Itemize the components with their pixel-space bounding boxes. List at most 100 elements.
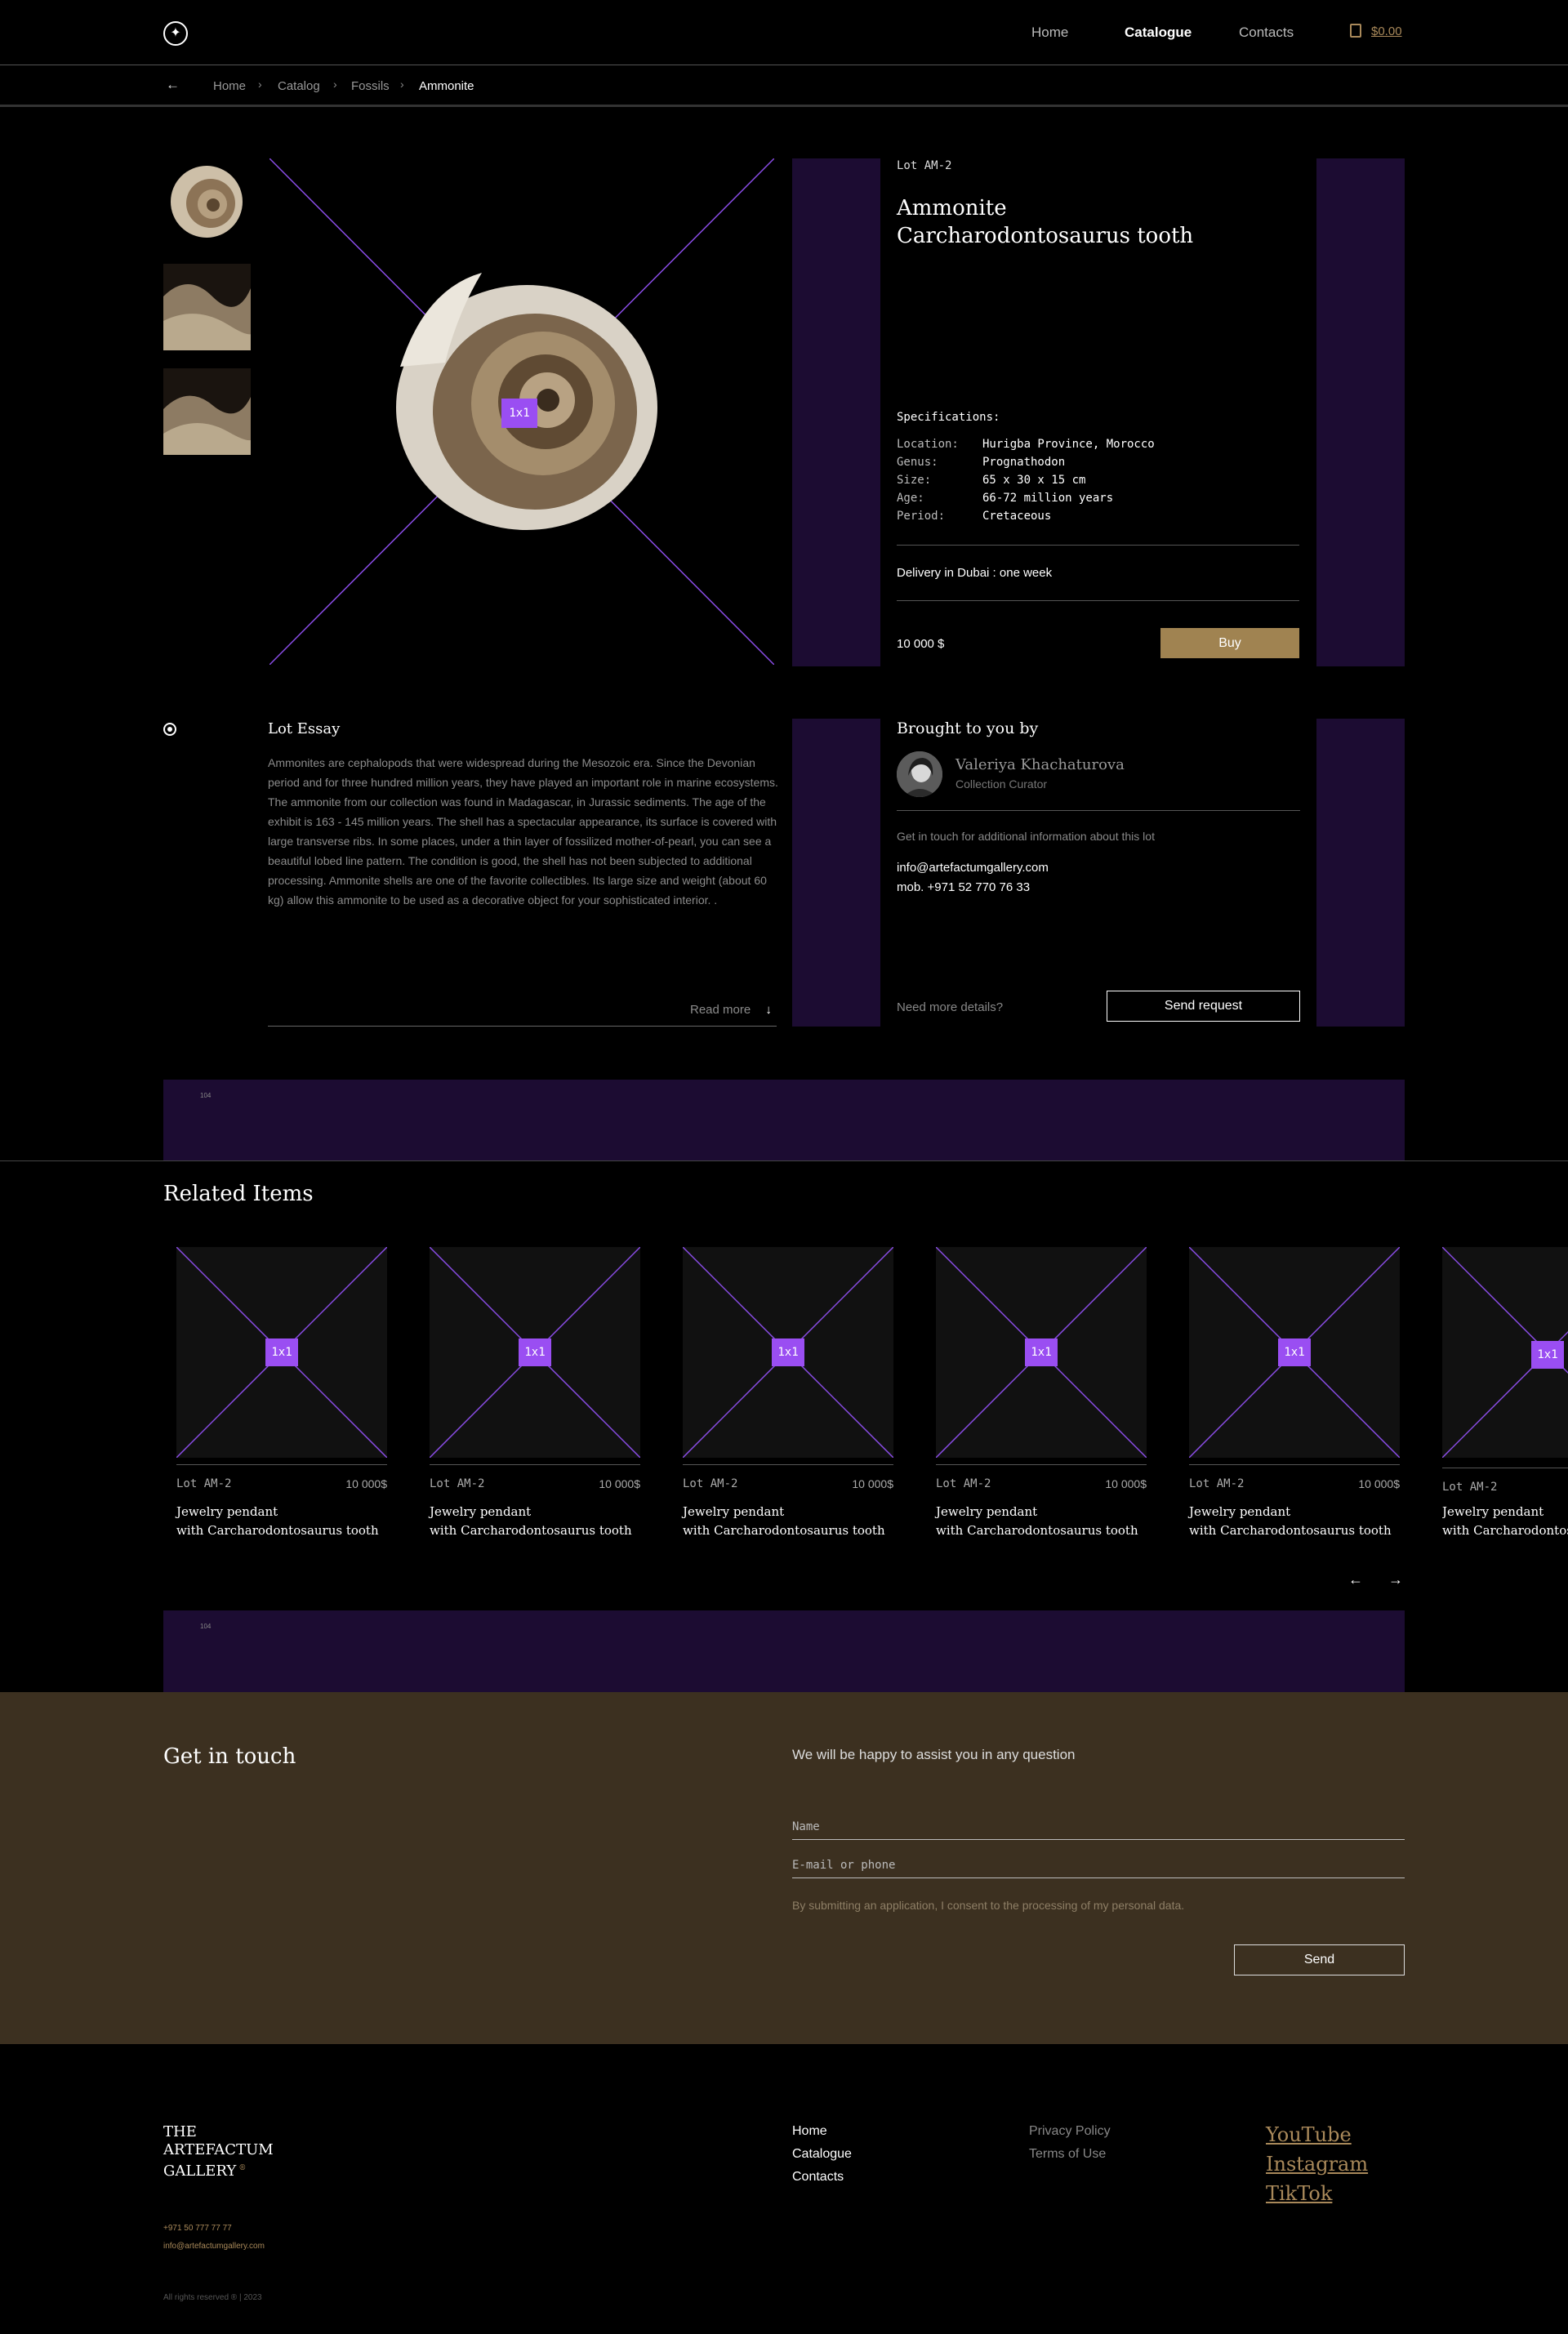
image-placeholder-tag: 1x1 — [501, 399, 537, 428]
card-price: 10 000$ — [599, 1477, 640, 1490]
spec-value-location: Hurigba Province, Morocco — [982, 438, 1155, 451]
carousel-next-arrow-icon[interactable]: → — [1388, 1571, 1403, 1588]
breadcrumb-home[interactable]: Home — [213, 79, 246, 93]
footer-phone[interactable]: +971 50 777 77 77 — [163, 2224, 232, 2233]
card-name-line1: Jewelry pendant — [430, 1504, 532, 1519]
portrait-image — [897, 751, 942, 797]
cart-total: $0.00 — [1371, 24, 1402, 38]
footer-nav-home[interactable]: Home — [792, 2124, 827, 2139]
thumbnail-3[interactable] — [163, 368, 251, 455]
logo-icon[interactable] — [163, 21, 188, 46]
footer-tiktok-link[interactable]: TikTok — [1266, 2182, 1332, 2205]
breadcrumb-catalog[interactable]: Catalog — [278, 79, 320, 93]
carousel-prev-arrow-icon[interactable]: ← — [1348, 1571, 1363, 1588]
card-image-placeholder: 1x1 — [429, 1246, 641, 1459]
image-placeholder-tag: 1x1 — [265, 1338, 298, 1366]
read-more-label: Read more — [690, 1003, 751, 1017]
breadcrumb-separator: › — [258, 78, 262, 91]
back-arrow-icon[interactable]: ← — [166, 77, 180, 93]
divider — [897, 545, 1299, 546]
card-name-line2: with Carcharodontosaurus tooth — [176, 1523, 379, 1538]
breadcrumb-separator: › — [333, 78, 337, 91]
divider — [897, 600, 1299, 601]
footer-nav-contacts[interactable]: Contacts — [792, 2170, 844, 2185]
spec-value-genus: Prognathodon — [982, 456, 1066, 469]
essay-text: Ammonites are cephalopods that were wide… — [268, 756, 778, 906]
product-title-line2: Carcharodontosaurus tooth — [897, 224, 1194, 248]
card-name: Jewelry pendant with Carcharodontosaurus… — [1189, 1503, 1401, 1540]
card-name-line1: Jewelry pendant — [936, 1504, 1038, 1519]
card-image-placeholder: 1x1 — [176, 1246, 388, 1459]
footer-nav-catalogue[interactable]: Catalogue — [792, 2147, 852, 2162]
decorative-panel — [792, 158, 880, 666]
card-price: 10 000$ — [1105, 1477, 1147, 1490]
nav-catalogue[interactable]: Catalogue — [1125, 24, 1192, 41]
target-icon — [163, 723, 176, 736]
spec-label-location: Location: — [897, 438, 959, 451]
divider — [897, 810, 1300, 811]
image-placeholder-tag: 1x1 — [1278, 1338, 1311, 1366]
thumbnail-1[interactable] — [163, 158, 251, 245]
card-lot: Lot AM-2 — [176, 1477, 232, 1490]
curator-role: Collection Curator — [956, 777, 1048, 791]
divider — [176, 1464, 387, 1465]
email-phone-input[interactable]: E-mail or phone — [792, 1857, 1405, 1878]
essay-title: Lot Essay — [268, 720, 341, 737]
banner-size-label: 104 — [200, 1623, 212, 1630]
card-name-line2: with Carcharodontosaurus tooth — [936, 1523, 1138, 1538]
nav-home[interactable]: Home — [1031, 24, 1068, 41]
consent-text: By submitting an application, I consent … — [792, 1899, 1185, 1912]
cart-link[interactable]: $0.00 — [1350, 24, 1402, 38]
footer-logo[interactable]: THE ARTEFACTUM GALLERY ® — [163, 2123, 274, 2180]
section-divider — [0, 1160, 1568, 1161]
send-button[interactable]: Send — [1234, 1944, 1405, 1975]
card-lot: Lot AM-2 — [936, 1477, 991, 1490]
footer-email[interactable]: info@artefactumgallery.com — [163, 2242, 265, 2251]
banner-placeholder: 104 — [163, 1610, 1405, 1692]
spec-label-size: Size: — [897, 474, 932, 487]
buy-button[interactable]: Buy — [1160, 628, 1299, 658]
curator-phone[interactable]: mob. +971 52 770 76 33 — [897, 880, 1030, 894]
breadcrumb: ← Home › Catalog › Fossils › Ammonite — [0, 66, 1568, 107]
curator-email[interactable]: info@artefactumgallery.com — [897, 861, 1049, 875]
thumbnail-2[interactable] — [163, 264, 251, 350]
name-input[interactable]: Name — [792, 1819, 1405, 1840]
card-name: Jewelry pendant with Carcharodontosaurus… — [936, 1503, 1148, 1540]
card-lot: Lot AM-2 — [430, 1477, 485, 1490]
delivery-info: Delivery in Dubai : one week — [897, 566, 1053, 580]
image-placeholder-tag: 1x1 — [1025, 1338, 1058, 1366]
footer-copyright: All rights reserved ® | 2023 — [163, 2293, 262, 2302]
read-more-link[interactable]: Read more ↓ — [690, 1003, 772, 1017]
card-name-line2: with Carcharodontosaurus tooth — [430, 1523, 632, 1538]
divider — [268, 1026, 777, 1027]
send-request-button[interactable]: Send request — [1107, 991, 1300, 1022]
footer-terms[interactable]: Terms of Use — [1029, 2147, 1106, 2162]
spec-value-age: 66-72 million years — [982, 492, 1114, 505]
decorative-panel — [1316, 158, 1405, 666]
card-image-placeholder: 1x1 — [1188, 1246, 1401, 1459]
name-placeholder: Name — [792, 1820, 820, 1833]
footer-youtube-link[interactable]: YouTube — [1266, 2123, 1352, 2146]
footer-brand-line2: ARTEFACTUM — [163, 2141, 274, 2158]
curator-avatar — [897, 751, 942, 797]
breadcrumb-fossils[interactable]: Fossils — [351, 79, 390, 93]
card-lot: Lot AM-2 — [683, 1477, 738, 1490]
card-lot: Lot AM-2 — [1189, 1477, 1245, 1490]
need-more-label: Need more details? — [897, 1000, 1004, 1014]
card-image-placeholder: 1x1 — [935, 1246, 1147, 1459]
registered-mark: ® — [238, 2164, 247, 2172]
card-name-line1: Jewelry pendant — [683, 1504, 785, 1519]
fossil-detail-image — [163, 368, 251, 455]
curator-name: Valeriya Khachaturova — [956, 756, 1125, 773]
card-name: Jewelry pendant with Carcharodontosaurus… — [1442, 1503, 1568, 1540]
main-product-image[interactable]: 1x1 — [269, 158, 775, 666]
footer-instagram-link[interactable]: Instagram — [1266, 2153, 1368, 2176]
nav-contacts[interactable]: Contacts — [1239, 24, 1294, 41]
related-card-clip: 1x1 Lot AM-2 Jewelry pendant with Carcha… — [1442, 1247, 1568, 1541]
footer-privacy-policy[interactable]: Privacy Policy — [1029, 2124, 1111, 2139]
spec-value-period: Cretaceous — [982, 510, 1052, 523]
breadcrumb-separator: › — [400, 78, 404, 91]
divider — [1189, 1464, 1400, 1465]
banner-placeholder: 104 — [163, 1080, 1405, 1161]
card-image-placeholder: 1x1 — [682, 1246, 894, 1459]
